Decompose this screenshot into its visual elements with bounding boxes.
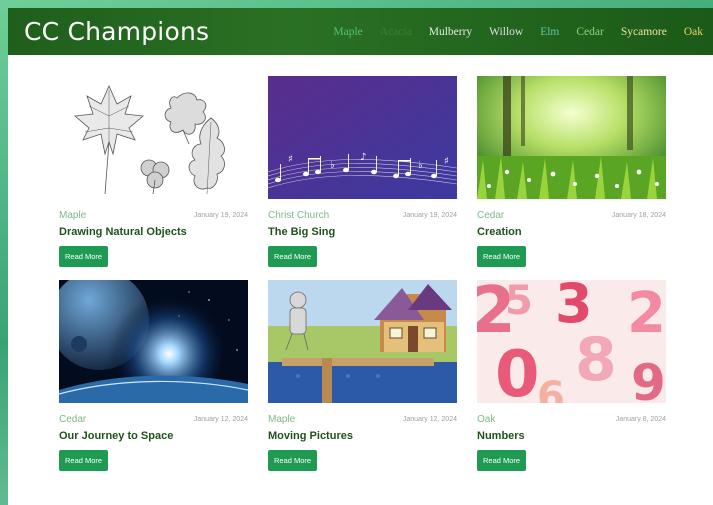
nav-link-mulberry[interactable]: Mulberry [429,26,472,38]
leaves-sketch-image [59,76,248,199]
nav-link-acacia[interactable]: Acacia [380,26,412,38]
post-thumbnail[interactable] [59,76,248,199]
post-date: January 8, 2024 [615,416,666,423]
post-title[interactable]: Drawing Natural Objects [59,226,248,238]
sunlit-meadow-image [477,76,666,199]
post-title[interactable]: Our Journey to Space [59,430,248,442]
post-category[interactable]: Cedar [477,210,504,221]
main-nav: Maple Acacia Mulberry Willow Elm Cedar S… [316,26,703,38]
post-thumbnail[interactable] [59,280,248,403]
svg-text:5: 5 [505,280,533,324]
nav-link-cedar[interactable]: Cedar [576,26,603,38]
post-category[interactable]: Maple [59,210,86,221]
svg-text:0: 0 [495,338,540,403]
paper-puppet-house-image [268,280,457,403]
post-date: January 12, 2024 [402,416,457,423]
site-title[interactable]: CC Champions [24,17,209,46]
post-thumbnail[interactable] [268,280,457,403]
post-card: Maple January 19, 2024 Drawing Natural O… [59,76,248,267]
svg-text:8: 8 [575,325,617,395]
music-notes-image: ♯ ♭ ♪ ♭ ♯ [268,76,457,199]
read-more-button[interactable]: Read More [268,450,318,471]
nav-link-elm[interactable]: Elm [540,26,559,38]
post-card: ♯ ♭ ♪ ♭ ♯ Christ Church January 19, 2024… [268,76,457,267]
read-more-button[interactable]: Read More [59,246,109,267]
post-card: Maple January 12, 2024 Moving Pictures R… [268,280,457,471]
post-card: Cedar January 12, 2024 Our Journey to Sp… [59,280,248,471]
svg-text:♭: ♭ [330,160,335,171]
svg-text:♯: ♯ [288,154,293,165]
svg-text:♪: ♪ [360,152,366,163]
post-date: January 18, 2024 [611,212,666,219]
read-more-button[interactable]: Read More [477,246,527,267]
post-meta: Maple January 19, 2024 [59,210,248,221]
page: CC Champions Maple Acacia Mulberry Willo… [8,8,713,505]
nav-link-maple[interactable]: Maple [333,26,362,38]
post-meta: Christ Church January 19, 2024 [268,210,457,221]
nav-link-sycamore[interactable]: Sycamore [621,26,667,38]
site-header: CC Champions Maple Acacia Mulberry Willo… [8,8,713,55]
post-thumbnail[interactable]: ♯ ♭ ♪ ♭ ♯ [268,76,457,199]
post-title[interactable]: Numbers [477,430,666,442]
number-toys-image: 2 5 3 2 0 8 9 6 [477,280,666,403]
svg-text:2: 2 [627,281,666,346]
post-date: January 19, 2024 [402,212,457,219]
post-category[interactable]: Cedar [59,414,86,425]
post-meta: Cedar January 18, 2024 [477,210,666,221]
nav-link-willow[interactable]: Willow [489,26,523,38]
read-more-button[interactable]: Read More [477,450,527,471]
post-card: 2 5 3 2 0 8 9 6 Oak January 8, 2024 Numb… [477,280,666,471]
nav-link-oak[interactable]: Oak [684,26,703,38]
post-date: January 12, 2024 [193,416,248,423]
post-title[interactable]: Creation [477,226,666,238]
read-more-button[interactable]: Read More [59,450,109,471]
post-meta: Cedar January 12, 2024 [59,414,248,425]
svg-text:9: 9 [631,354,666,403]
post-meta: Maple January 12, 2024 [268,414,457,425]
post-title[interactable]: Moving Pictures [268,430,457,442]
post-date: January 19, 2024 [193,212,248,219]
post-card: Cedar January 18, 2024 Creation Read Mor… [477,76,666,267]
svg-text:6: 6 [537,374,565,403]
read-more-button[interactable]: Read More [268,246,318,267]
post-thumbnail[interactable]: 2 5 3 2 0 8 9 6 [477,280,666,403]
space-planet-image [59,280,248,403]
post-grid: Maple January 19, 2024 Drawing Natural O… [59,76,666,471]
svg-text:♭: ♭ [418,160,423,171]
post-category[interactable]: Oak [477,414,495,425]
post-category[interactable]: Christ Church [268,210,329,221]
post-thumbnail[interactable] [477,76,666,199]
post-meta: Oak January 8, 2024 [477,414,666,425]
post-category[interactable]: Maple [268,414,295,425]
svg-text:♯: ♯ [444,156,449,167]
post-title[interactable]: The Big Sing [268,226,457,238]
